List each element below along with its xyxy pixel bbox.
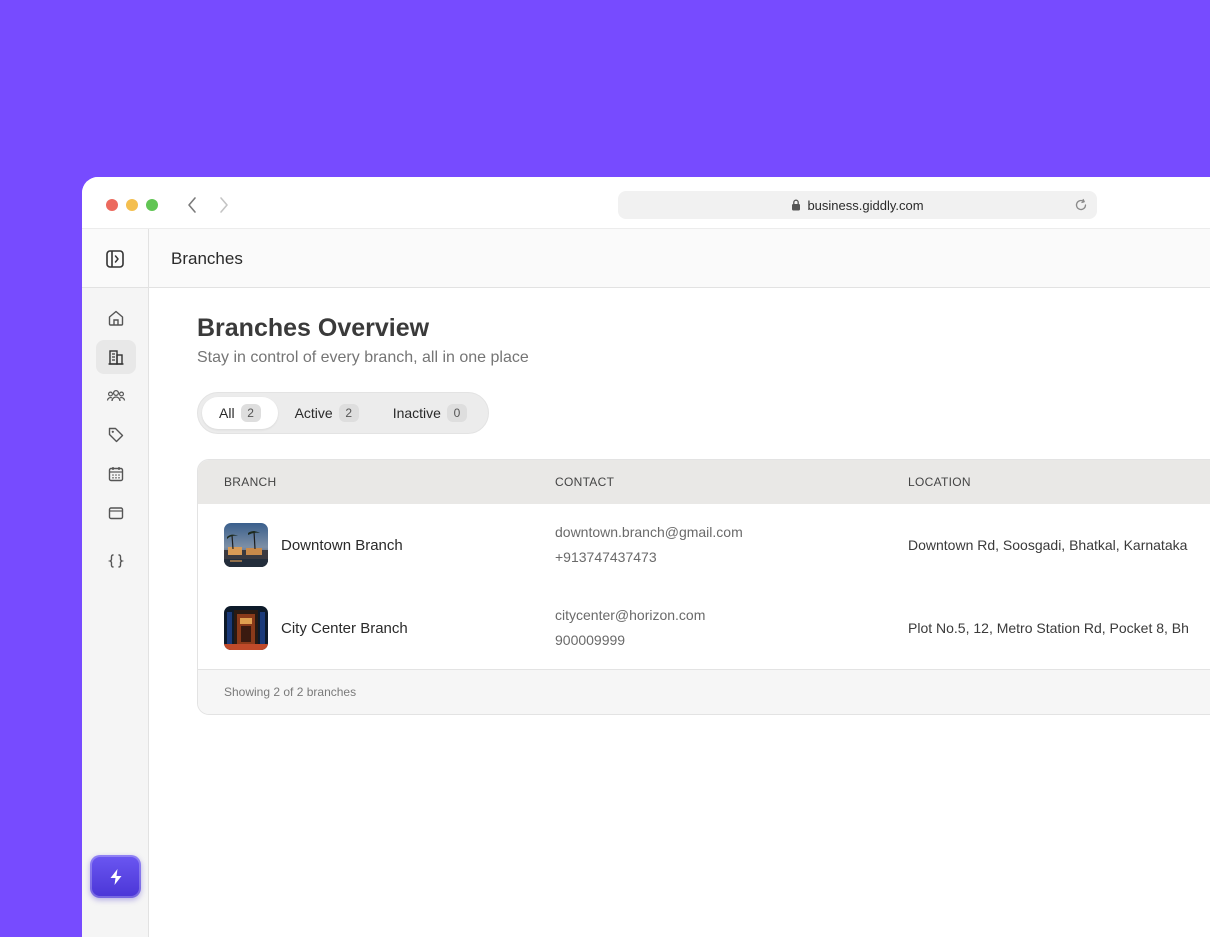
branch-name[interactable]: Downtown Branch [281, 537, 403, 554]
code-braces-icon [107, 554, 125, 568]
column-header-location[interactable]: LOCATION [908, 475, 971, 489]
filter-tab-inactive[interactable]: Inactive 0 [376, 397, 484, 429]
branch-name[interactable]: City Center Branch [281, 620, 408, 637]
sidebar-item-branches[interactable] [96, 340, 136, 374]
quick-action-button[interactable] [90, 855, 141, 898]
branches-table: BRANCH CONTACT LOCATION Downtown Branch … [197, 459, 1210, 715]
column-header-contact[interactable]: CONTACT [555, 475, 614, 489]
chevron-left-icon [188, 197, 196, 213]
page-subtitle: Stay in control of every branch, all in … [197, 349, 529, 366]
forward-button[interactable] [214, 194, 234, 216]
sidebar-toggle-button[interactable] [82, 229, 149, 288]
filter-tab-label: Inactive [392, 405, 441, 421]
branch-thumbnail [224, 523, 268, 567]
branch-location: Plot No.5, 12, Metro Station Rd, Pocket … [908, 620, 1189, 636]
lightning-icon [110, 868, 121, 885]
pagination-summary: Showing 2 of 2 branches [224, 685, 357, 699]
close-window-button[interactable] [106, 199, 118, 211]
branch-phone: +913747437473 [555, 549, 657, 565]
chevron-right-icon [220, 197, 228, 213]
filter-tab-label: All [219, 405, 235, 421]
status-filter-tabs: All 2 Active 2 Inactive 0 [197, 392, 489, 434]
reload-button[interactable] [1073, 197, 1089, 213]
minimize-window-button[interactable] [126, 199, 138, 211]
branch-phone: 900009999 [555, 632, 626, 648]
sidebar-item-tags[interactable] [96, 418, 136, 452]
app-header: Branches [82, 228, 1210, 288]
filter-count-badge: 2 [240, 404, 261, 422]
filter-count-badge: 0 [446, 404, 467, 422]
browser-window: business.giddly.com Branches Branches Ov… [82, 177, 1210, 937]
users-icon [106, 389, 126, 402]
maximize-window-button[interactable] [146, 199, 158, 211]
main-content: Branches Overview Stay in control of eve… [149, 288, 1210, 937]
filter-tab-label: Active [294, 405, 333, 421]
table-header: BRANCH CONTACT LOCATION [198, 460, 1210, 504]
column-header-branch[interactable]: BRANCH [224, 475, 276, 489]
wallet-icon [108, 507, 124, 520]
branch-thumbnail [224, 606, 268, 650]
table-row[interactable]: Downtown Branch downtown.branch@gmail.co… [198, 504, 1210, 587]
filter-tab-all[interactable]: All 2 [202, 397, 278, 429]
home-icon [108, 310, 124, 326]
sidebar-item-home[interactable] [96, 301, 136, 335]
sidebar-item-wallet[interactable] [96, 496, 136, 530]
branch-location: Downtown Rd, Soosgadi, Bhatkal, Karnatak… [908, 537, 1188, 553]
filter-count-badge: 2 [338, 404, 359, 422]
branch-email: citycenter@horizon.com [555, 607, 706, 623]
address-bar[interactable]: business.giddly.com [618, 191, 1097, 219]
sidebar-item-calendar[interactable] [96, 457, 136, 491]
tag-icon [108, 427, 124, 443]
header-title: Branches [171, 249, 243, 268]
filter-tab-active[interactable]: Active 2 [278, 397, 376, 429]
table-row[interactable]: City Center Branch citycenter@horizon.co… [198, 587, 1210, 670]
sidebar-toggle-icon [106, 249, 124, 268]
browser-titlebar: business.giddly.com [82, 177, 1210, 228]
branch-email: downtown.branch@gmail.com [555, 524, 743, 540]
calendar-icon [108, 467, 124, 482]
sidebar-item-team[interactable] [96, 379, 136, 413]
sidebar-item-integrations[interactable] [96, 544, 136, 578]
sidebar [82, 288, 149, 937]
app-shell: Branches Branches Overview Stay in contr… [82, 228, 1210, 937]
table-footer: Showing 2 of 2 branches [198, 669, 1210, 714]
url-text: business.giddly.com [807, 197, 924, 213]
page-title: Branches Overview [197, 314, 430, 342]
building-icon [108, 350, 124, 365]
lock-icon [792, 199, 801, 211]
reload-icon [1075, 198, 1087, 211]
back-button[interactable] [182, 194, 202, 216]
